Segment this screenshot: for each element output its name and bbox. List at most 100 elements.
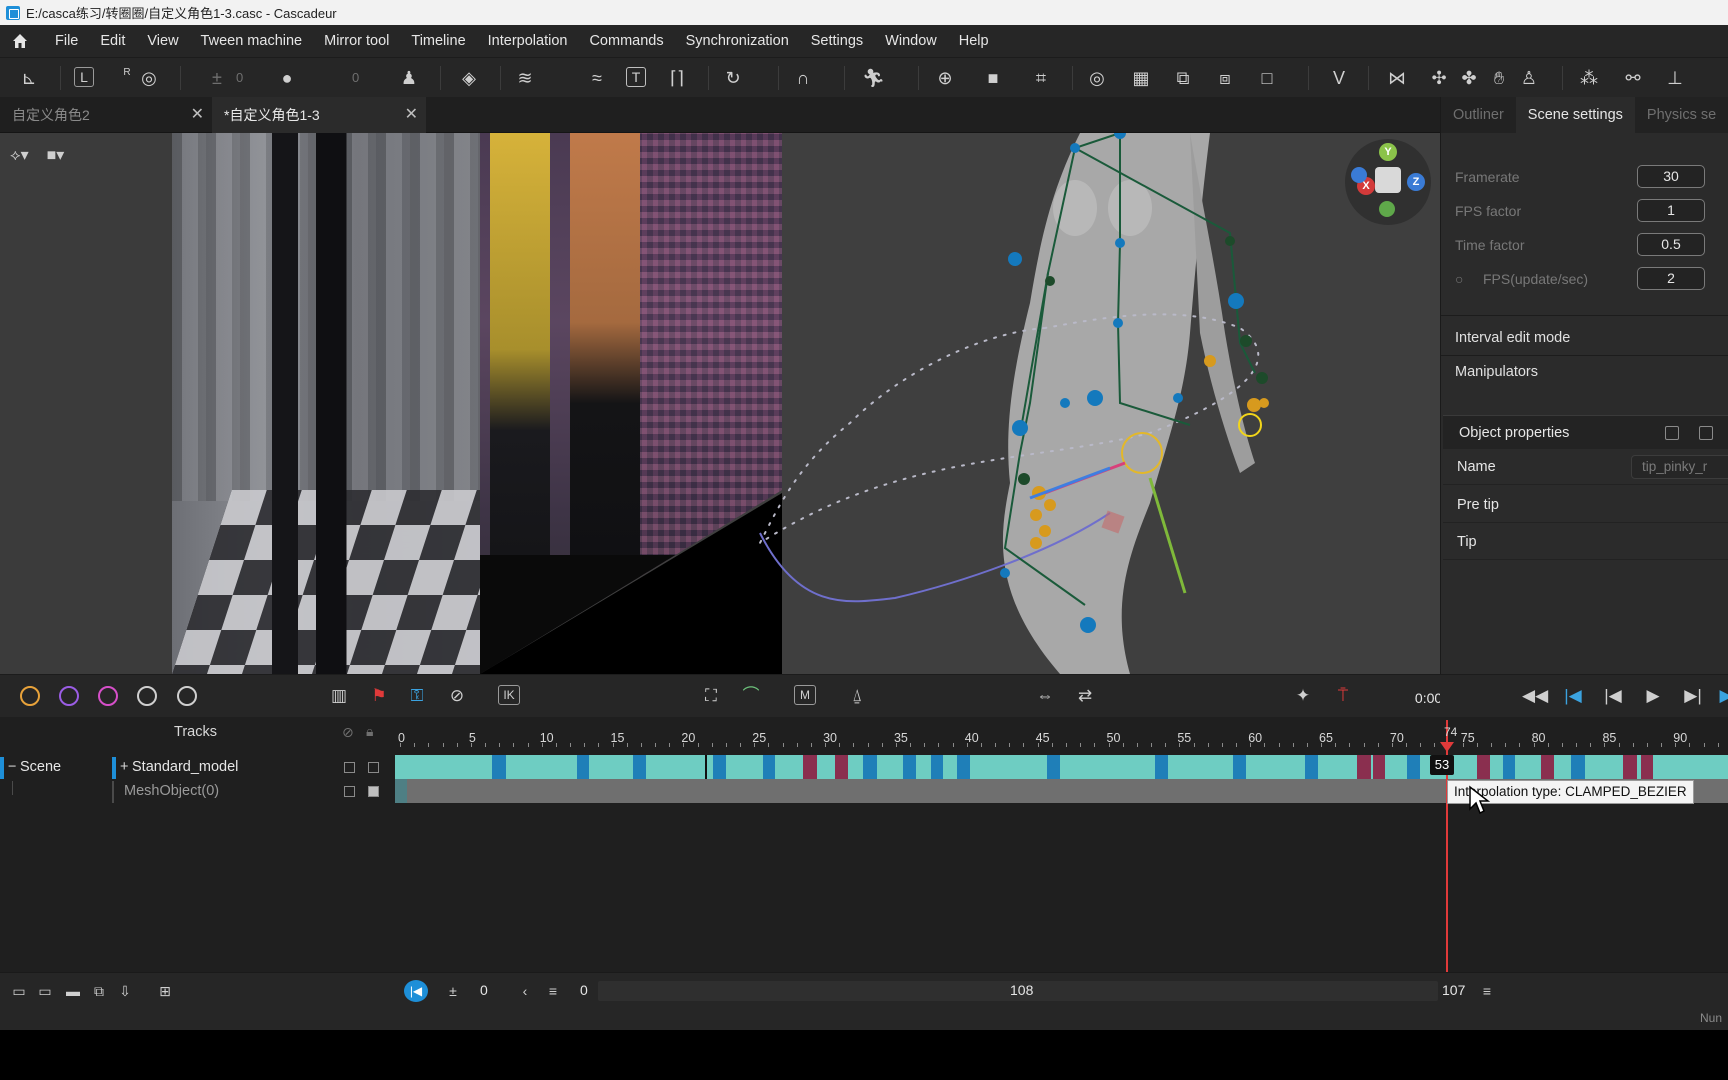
menu-tween-machine[interactable]: Tween machine: [190, 25, 314, 57]
keyframe-block[interactable]: [1373, 755, 1385, 779]
keyframe-block[interactable]: [577, 755, 589, 779]
track-checkbox[interactable]: [344, 762, 355, 773]
fps-update-input[interactable]: 2: [1637, 267, 1705, 290]
prev-frame-icon[interactable]: |◀: [1602, 685, 1624, 707]
import-icon[interactable]: ⇩: [116, 982, 134, 1000]
step-up-icon[interactable]: ±: [206, 67, 228, 89]
eraser-icon[interactable]: ◈: [458, 67, 480, 89]
rig-spread-icon[interactable]: ✤: [1458, 67, 1480, 89]
gizmo-cube[interactable]: [1375, 167, 1401, 193]
plus-minus-icon[interactable]: ±: [444, 982, 462, 1000]
close-icon[interactable]: ✕: [191, 97, 204, 133]
tab-scene-settings[interactable]: Scene settings: [1515, 97, 1635, 133]
rig-select-icon[interactable]: ✣: [1428, 67, 1450, 89]
camera-view-icon[interactable]: ■▾: [47, 145, 65, 165]
keyframe-block[interactable]: [1641, 755, 1653, 779]
tab-outliner[interactable]: Outliner: [1441, 97, 1516, 133]
tab-doc-2[interactable]: *自定义角色1-3 ✕: [212, 97, 426, 133]
menu-edit[interactable]: Edit: [89, 25, 136, 57]
curve-icon[interactable]: ⌒: [740, 685, 762, 707]
play-icon[interactable]: ▶: [1642, 685, 1664, 707]
ik-toggle[interactable]: IK: [498, 685, 520, 705]
visibility-icon[interactable]: ⊘: [342, 724, 354, 741]
stack-icon[interactable]: ⧈: [1214, 67, 1236, 89]
home-icon[interactable]: [10, 31, 30, 51]
auto-physics-icon[interactable]: ⍙: [846, 685, 868, 707]
fit-view-icon[interactable]: ⛶: [700, 685, 722, 707]
go-to-start-icon[interactable]: |◀: [1562, 685, 1584, 707]
book-marker-icon[interactable]: ▥: [328, 685, 350, 707]
keyframe-block[interactable]: [931, 755, 943, 779]
grid-icon[interactable]: ▦: [1130, 67, 1152, 89]
expand-icon[interactable]: +: [120, 759, 128, 775]
rig-tool-icon[interactable]: ⋈: [1386, 67, 1408, 89]
keyframe-block[interactable]: [863, 755, 877, 779]
interval-edit-mode-section[interactable]: Interval edit mode: [1455, 330, 1570, 346]
new-folder-icon[interactable]: ▭: [10, 982, 28, 1000]
keyframe-block[interactable]: [957, 755, 970, 779]
gizmo-y[interactable]: Y: [1379, 143, 1397, 161]
mesh-visibility-checkbox[interactable]: [344, 786, 355, 797]
menu-commands[interactable]: Commands: [578, 25, 674, 57]
point-icon[interactable]: ●: [276, 67, 298, 89]
hand-icon[interactable]: ✋︎: [1488, 67, 1510, 89]
menu-synchronization[interactable]: Synchronization: [675, 25, 800, 57]
menu-timeline[interactable]: Timeline: [400, 25, 476, 57]
figure-icon[interactable]: ♙: [1518, 67, 1540, 89]
time-factor-input[interactable]: 0.5: [1637, 233, 1705, 256]
menu-view[interactable]: View: [136, 25, 189, 57]
track-row-scene[interactable]: − Scene + Standard_model: [0, 757, 392, 781]
mirror-figure-icon[interactable]: ⚯: [1622, 67, 1644, 89]
keyframe-block[interactable]: [1571, 755, 1585, 779]
bracket-icon[interactable]: ⌈⌉: [666, 67, 688, 89]
menu-mirror-tool[interactable]: Mirror tool: [313, 25, 400, 57]
playhead-handle-icon[interactable]: [1440, 742, 1454, 752]
magnet-icon[interactable]: ∩: [792, 67, 814, 89]
running-man-icon[interactable]: 🏃︎: [862, 67, 885, 89]
interpolate-icon[interactable]: ≋: [514, 67, 536, 89]
keyframe-block[interactable]: [492, 755, 506, 779]
menu-list-icon[interactable]: ≡: [1478, 982, 1496, 1000]
interval-fit-icon[interactable]: ⇔: [1034, 685, 1056, 707]
keyframe-block[interactable]: [1233, 755, 1246, 779]
spiral-icon[interactable]: ◎: [1086, 67, 1108, 89]
manipulators-section[interactable]: Manipulators: [1455, 364, 1538, 380]
timeline-ruler[interactable]: 0 5 10 15 20 25 30 35 40 45 50 55 60 65 70 75 80 85 90: [392, 717, 1728, 747]
wave-icon[interactable]: ≈: [586, 67, 608, 89]
keyframe-block[interactable]: [1155, 755, 1168, 779]
keyframe-block[interactable]: [1503, 755, 1515, 779]
go-to-end-icon[interactable]: ▶: [1715, 685, 1728, 707]
magic-wand-icon[interactable]: ✦: [1292, 685, 1314, 707]
keyframe-block[interactable]: [1357, 755, 1371, 779]
range-end-field[interactable]: 107: [1442, 982, 1465, 998]
time-shift-icon[interactable]: ⇄: [1074, 685, 1096, 707]
rotate-loop-icon[interactable]: ↻: [722, 67, 744, 89]
chevron-left-icon[interactable]: ‹: [516, 982, 534, 1000]
square-icon[interactable]: □: [1256, 67, 1278, 89]
keyframe-track-standard-model[interactable]: [395, 755, 1728, 779]
fulcrum-mode-icon[interactable]: [98, 686, 118, 706]
character-icon[interactable]: ♟: [398, 67, 420, 89]
framerate-input[interactable]: 30: [1637, 165, 1705, 188]
next-frame-icon[interactable]: ▶|: [1682, 685, 1704, 707]
close-icon[interactable]: ✕: [405, 97, 418, 133]
keyframe-block[interactable]: [803, 755, 817, 779]
menu-window[interactable]: Window: [874, 25, 948, 57]
loop-mode-icon[interactable]: [137, 686, 157, 706]
keyframe-block[interactable]: [1407, 755, 1420, 779]
keyframe-block[interactable]: [1305, 755, 1318, 779]
track-lock-checkbox[interactable]: [368, 762, 379, 773]
align-icon[interactable]: ⊥: [1664, 67, 1686, 89]
split-icon[interactable]: ⊞: [156, 982, 174, 1000]
menu-interpolation[interactable]: Interpolation: [477, 25, 579, 57]
keyframe-block[interactable]: [1623, 755, 1637, 779]
keyframe-block[interactable]: [705, 755, 707, 779]
tab-physics-settings[interactable]: Physics se: [1635, 97, 1728, 133]
range-start-field[interactable]: 0: [480, 982, 488, 998]
property-name-field[interactable]: tip_pinky_r: [1631, 455, 1728, 479]
pivot-icon[interactable]: ◎: [138, 67, 160, 89]
rewind-icon[interactable]: ◀◀: [1522, 685, 1548, 707]
cycle-icon[interactable]: [177, 686, 197, 706]
playhead-marker-icon[interactable]: ⍑: [1332, 685, 1354, 707]
tab-doc-1[interactable]: 自定义角色2 ✕: [0, 97, 212, 133]
